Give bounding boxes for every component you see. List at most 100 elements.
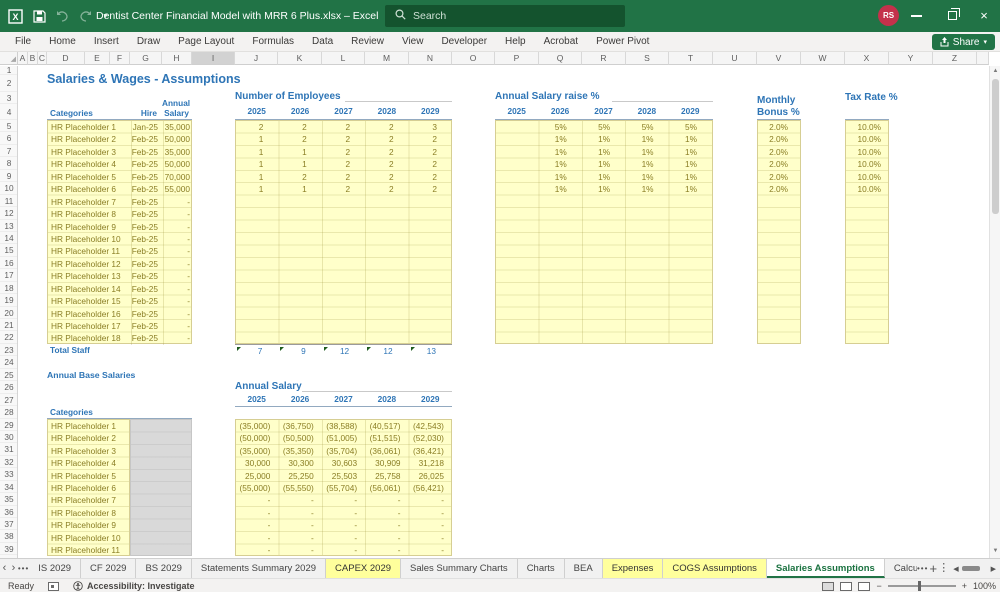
row-header[interactable]: 14 bbox=[0, 232, 18, 244]
sheet-tab[interactable]: CAPEX 2029 bbox=[326, 559, 401, 578]
row-header[interactable]: 6 bbox=[0, 132, 18, 144]
year-header[interactable]: 2028 bbox=[365, 105, 408, 118]
cell-hire-date[interactable]: Feb-25 bbox=[131, 158, 163, 170]
cell-category[interactable]: HR Placeholder 16 bbox=[48, 308, 131, 320]
sheet-title-cell[interactable]: Salaries & Wages - Assumptions bbox=[47, 72, 241, 86]
cell[interactable] bbox=[496, 158, 539, 170]
horizontal-scrollbar[interactable]: ◀ ▶ bbox=[949, 559, 1000, 578]
cell-annual-salary[interactable]: 70,000 bbox=[163, 171, 193, 183]
cell[interactable]: - bbox=[236, 494, 279, 506]
cell[interactable]: 31,218 bbox=[410, 457, 453, 469]
row-header[interactable]: 7 bbox=[0, 145, 18, 157]
cell[interactable]: 1% bbox=[626, 171, 669, 183]
cell[interactable]: 2.0% bbox=[758, 133, 800, 145]
cell-hire-date[interactable]: Feb-25 bbox=[131, 258, 163, 270]
cell[interactable]: 1% bbox=[670, 183, 713, 195]
cell-category[interactable]: HR Placeholder 15 bbox=[48, 295, 131, 307]
cell[interactable]: 1% bbox=[670, 146, 713, 158]
cell[interactable]: 30,300 bbox=[279, 457, 322, 469]
cell[interactable]: 10.0% bbox=[846, 121, 888, 133]
row-header[interactable]: 18 bbox=[0, 282, 18, 294]
sheet-tab[interactable]: Expenses bbox=[603, 559, 664, 578]
cell[interactable]: - bbox=[323, 494, 366, 506]
save-icon[interactable] bbox=[33, 10, 46, 23]
cell[interactable]: 10.0% bbox=[846, 158, 888, 170]
search-box[interactable]: Search bbox=[385, 5, 625, 27]
undo-icon[interactable] bbox=[56, 10, 69, 22]
row-header[interactable]: 31 bbox=[0, 443, 18, 455]
page-break-view-icon[interactable] bbox=[858, 582, 870, 591]
row-header[interactable]: 8 bbox=[0, 157, 18, 169]
column-header[interactable]: T bbox=[669, 52, 713, 65]
normal-view-icon[interactable] bbox=[822, 582, 834, 591]
cell[interactable] bbox=[496, 146, 539, 158]
cell[interactable]: 2 bbox=[366, 171, 409, 183]
cell[interactable]: 1% bbox=[626, 146, 669, 158]
column-header[interactable]: D bbox=[47, 52, 85, 65]
column-header[interactable]: Z bbox=[933, 52, 977, 65]
cell[interactable]: 30,909 bbox=[366, 457, 409, 469]
cell[interactable]: 2 bbox=[410, 146, 453, 158]
cell-category[interactable]: HR Placeholder 4 bbox=[48, 158, 131, 170]
cell-category[interactable]: HR Placeholder 4 bbox=[48, 457, 129, 469]
year-header[interactable]: 2029 bbox=[409, 105, 452, 118]
cell-annual-salary[interactable]: - bbox=[163, 208, 193, 220]
sheet-nav-prev[interactable]: ‹ bbox=[0, 559, 9, 578]
cell-hire-date[interactable]: Feb-25 bbox=[131, 196, 163, 208]
column-header[interactable] bbox=[977, 52, 989, 65]
cell[interactable]: - bbox=[236, 532, 279, 544]
bonus-title-line2[interactable]: Bonus % bbox=[757, 107, 800, 118]
row-header[interactable]: 4 bbox=[0, 104, 18, 120]
bonus-title-line1[interactable]: Monthly bbox=[757, 95, 795, 106]
staff-categories-header[interactable]: Categories bbox=[50, 108, 93, 118]
cell-category[interactable]: HR Placeholder 10 bbox=[48, 233, 131, 245]
cell-category[interactable]: HR Placeholder 10 bbox=[48, 532, 129, 544]
year-header[interactable]: 2027 bbox=[582, 105, 625, 118]
cell[interactable]: (36,061) bbox=[366, 445, 409, 457]
cell[interactable]: (35,000) bbox=[236, 445, 279, 457]
year-header[interactable]: 2025 bbox=[235, 105, 278, 118]
cell-hire-date[interactable]: Feb-25 bbox=[131, 133, 163, 145]
row-header[interactable]: 13 bbox=[0, 220, 18, 232]
column-header[interactable]: L bbox=[322, 52, 365, 65]
row-header[interactable]: 23 bbox=[0, 344, 18, 356]
minimize-button[interactable] bbox=[903, 0, 933, 32]
cell[interactable]: - bbox=[279, 532, 322, 544]
base-salaries-label[interactable]: Annual Base Salaries bbox=[47, 370, 135, 380]
cell[interactable]: - bbox=[279, 507, 322, 519]
cell-category[interactable]: HR Placeholder 5 bbox=[48, 470, 129, 482]
row-header[interactable]: 28 bbox=[0, 406, 18, 418]
cell[interactable]: 2 bbox=[366, 133, 409, 145]
cell-category[interactable]: HR Placeholder 6 bbox=[48, 482, 129, 494]
zoom-out-button[interactable]: − bbox=[876, 581, 881, 591]
cell[interactable]: 2 bbox=[366, 158, 409, 170]
row-header[interactable]: 26 bbox=[0, 381, 18, 393]
row-header[interactable]: 38 bbox=[0, 530, 18, 542]
accessibility-status[interactable]: Accessibility: Investigate bbox=[87, 581, 195, 591]
cell[interactable]: 30,603 bbox=[323, 457, 366, 469]
cell-annual-salary[interactable]: - bbox=[163, 283, 193, 295]
vertical-scrollbar-thumb[interactable] bbox=[992, 79, 999, 214]
cell[interactable]: (56,421) bbox=[410, 482, 453, 494]
cell[interactable]: 1 bbox=[236, 133, 279, 145]
sheet-tab[interactable]: Statements Summary 2029 bbox=[192, 559, 326, 578]
cell[interactable]: (51,005) bbox=[323, 432, 366, 444]
cell-category[interactable]: HR Placeholder 13 bbox=[48, 270, 131, 282]
column-header[interactable]: Q bbox=[539, 52, 582, 65]
ribbon-tab[interactable]: View bbox=[393, 32, 433, 52]
cell[interactable]: 1% bbox=[539, 133, 582, 145]
cell-category[interactable]: HR Placeholder 18 bbox=[48, 332, 131, 344]
cell[interactable]: 1 bbox=[279, 183, 322, 195]
row-header[interactable]: 24 bbox=[0, 356, 18, 368]
ribbon-tab[interactable]: Data bbox=[303, 32, 342, 52]
cell-annual-salary[interactable]: - bbox=[163, 258, 193, 270]
sheet-tab[interactable]: Calcula bbox=[885, 559, 917, 578]
excel-app-icon[interactable]: X bbox=[8, 9, 23, 24]
cell[interactable]: 2.0% bbox=[758, 183, 800, 195]
cell[interactable]: 2 bbox=[323, 183, 366, 195]
total-cell[interactable]: 7 bbox=[235, 345, 278, 356]
page-layout-view-icon[interactable] bbox=[840, 582, 852, 591]
cell-hire-date[interactable]: Feb-25 bbox=[131, 295, 163, 307]
hscroll-right-arrow[interactable]: ▶ bbox=[991, 565, 996, 573]
cell[interactable]: - bbox=[323, 544, 366, 556]
